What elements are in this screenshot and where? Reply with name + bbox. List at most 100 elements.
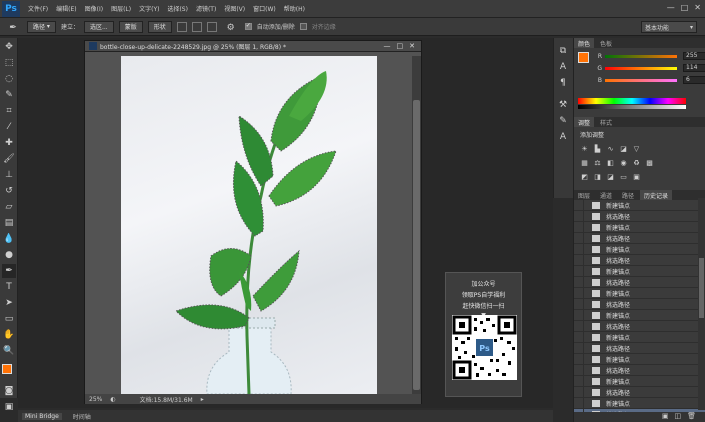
trash-icon[interactable]: 🗑 [687, 412, 696, 422]
tab-adjustments[interactable]: 调整 [574, 117, 595, 127]
pen-tool-icon[interactable]: ✒ [2, 264, 16, 278]
history-brush-source-toggle[interactable] [574, 375, 584, 387]
history-brush-source-toggle[interactable] [574, 199, 584, 211]
document-title-bar[interactable]: bottle-close-up-delicate-2248529.jpg @ 2… [85, 41, 421, 52]
document-vertical-scrollbar[interactable] [412, 56, 421, 394]
mask-button[interactable]: 蒙版 [118, 20, 143, 33]
menu-edit[interactable]: 编辑(E) [56, 4, 76, 13]
tool-presets-icon[interactable]: ⚒ [556, 98, 570, 112]
history-brush-source-toggle[interactable] [574, 221, 584, 233]
blur-tool-icon[interactable]: 💧 [2, 232, 16, 246]
doc-maximize-button[interactable]: □ [397, 42, 404, 50]
selection-button[interactable]: 选区... [83, 20, 114, 33]
menu-type[interactable]: 文字(Y) [139, 4, 159, 13]
tab-paths[interactable]: 路径 [618, 190, 638, 200]
menu-layer[interactable]: 图层(L) [111, 4, 131, 13]
threshold-icon[interactable]: ◪ [606, 173, 615, 181]
history-item[interactable]: 挑选路径 [574, 210, 705, 222]
new-document-from-state-icon[interactable]: ▣ [662, 412, 669, 422]
brightness-icon[interactable]: ☀ [580, 145, 589, 153]
quick-mask-icon[interactable]: ◙ [2, 384, 16, 398]
grayscale-ramp[interactable] [578, 105, 686, 109]
eraser-tool-icon[interactable]: ▱ [2, 200, 16, 214]
history-brush-source-toggle[interactable] [574, 254, 584, 266]
history-brush-source-toggle[interactable] [574, 353, 584, 365]
history-item[interactable]: 新建锚点 [574, 243, 705, 255]
healing-brush-tool-icon[interactable]: ✚ [2, 136, 16, 150]
levels-icon[interactable]: ▙ [593, 145, 602, 153]
history-brush-source-toggle[interactable] [574, 265, 584, 277]
history-item[interactable]: 新建锚点 [574, 309, 705, 321]
clone-stamp-tool-icon[interactable]: ⊥ [2, 168, 16, 182]
menu-image[interactable]: 图像(I) [85, 4, 103, 13]
history-item[interactable]: 挑选路径 [574, 276, 705, 288]
exposure-icon[interactable]: ◪ [619, 145, 628, 153]
align-edges-checkbox[interactable] [299, 23, 307, 30]
history-brush-source-toggle[interactable] [574, 342, 584, 354]
tab-swatches[interactable]: 色板 [596, 38, 616, 48]
history-brush-source-toggle[interactable] [574, 331, 584, 343]
gear-icon[interactable]: ⚙ [224, 21, 238, 35]
history-item[interactable]: 挑选路径 [574, 320, 705, 332]
blue-value[interactable]: 6 [683, 76, 705, 84]
history-item[interactable]: 挑选路径 [574, 232, 705, 244]
history-panel-icon[interactable]: ⧉ [556, 44, 570, 58]
tab-color[interactable]: 颜色 [574, 38, 595, 48]
quick-select-tool-icon[interactable]: ✎ [2, 88, 16, 102]
hand-tool-icon[interactable]: ✋ [2, 328, 16, 342]
status-info-icon[interactable]: ◐ [110, 396, 115, 403]
path-arrangement-icon[interactable] [206, 21, 217, 32]
screen-mode-icon[interactable]: ▣ [2, 400, 16, 414]
tab-timeline[interactable]: 时间轴 [70, 412, 94, 421]
color-panel-foreground-swatch[interactable] [578, 52, 589, 63]
history-brush-source-toggle[interactable] [574, 364, 584, 376]
character-styles-icon[interactable]: A [556, 130, 570, 144]
foreground-color-swatch[interactable] [2, 364, 12, 374]
eyedropper-tool-icon[interactable]: ⁄ [2, 120, 16, 134]
history-item[interactable]: 新建锚点 [574, 375, 705, 387]
menu-view[interactable]: 视图(V) [224, 4, 245, 13]
maximize-button[interactable]: □ [681, 3, 689, 12]
invert-icon[interactable]: ◩ [580, 173, 589, 181]
type-tool-icon[interactable]: T [2, 280, 16, 294]
lasso-tool-icon[interactable]: ◌ [2, 72, 16, 86]
menu-window[interactable]: 窗口(W) [253, 4, 276, 13]
red-slider[interactable] [605, 54, 677, 58]
blue-slider[interactable] [605, 78, 677, 82]
green-slider[interactable] [605, 66, 677, 70]
history-item[interactable]: 新建锚点 [574, 287, 705, 299]
history-item[interactable]: 新建锚点 [574, 265, 705, 277]
path-selection-tool-icon[interactable]: ➤ [2, 296, 16, 310]
tab-layers[interactable]: 图层 [574, 190, 594, 200]
auto-add-delete-checkbox[interactable] [244, 23, 252, 30]
path-alignment-icon[interactable] [191, 21, 202, 32]
tab-history[interactable]: 历史记录 [640, 190, 673, 200]
history-item[interactable]: 新建锚点 [574, 221, 705, 233]
red-value[interactable]: 255 [683, 52, 705, 60]
history-scrollbar-thumb[interactable] [699, 258, 704, 318]
history-item[interactable]: 新建锚点 [574, 199, 705, 211]
history-brush-source-toggle[interactable] [574, 287, 584, 299]
history-brush-source-toggle[interactable] [574, 320, 584, 332]
history-scrollbar[interactable] [698, 198, 705, 410]
rectangle-tool-icon[interactable]: ▭ [2, 312, 16, 326]
selective-color-icon[interactable]: ▣ [632, 173, 641, 181]
zoom-level[interactable]: 25% [89, 396, 102, 403]
history-brush-source-toggle[interactable] [574, 386, 584, 398]
doc-minimize-button[interactable]: — [384, 42, 391, 50]
history-brush-source-toggle[interactable] [574, 243, 584, 255]
history-item[interactable]: 新建锚点 [574, 397, 705, 409]
path-operations-icon[interactable] [176, 21, 187, 32]
character-panel-icon[interactable]: A [556, 60, 570, 74]
shape-button[interactable]: 形状 [147, 20, 172, 33]
color-balance-icon[interactable]: ⚖ [593, 159, 602, 167]
zoom-tool-icon[interactable]: 🔍 [2, 344, 16, 358]
crop-tool-icon[interactable]: ⌗ [2, 104, 16, 118]
history-brush-tool-icon[interactable]: ↺ [2, 184, 16, 198]
brush-tool-icon[interactable]: 🖌 [2, 152, 16, 166]
history-item[interactable]: 挑选路径 [574, 364, 705, 376]
tab-styles[interactable]: 样式 [596, 117, 616, 127]
gradient-map-icon[interactable]: ▭ [619, 173, 628, 181]
mode-select[interactable]: 路径 ▾ [27, 20, 56, 33]
close-button[interactable]: ✕ [694, 3, 701, 12]
